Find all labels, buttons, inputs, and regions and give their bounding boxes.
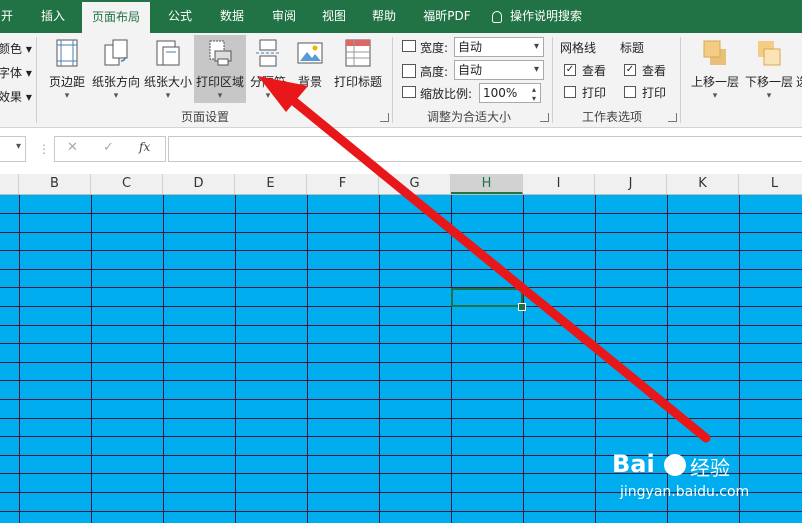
watermark-url: jingyan.baidu.com (620, 484, 750, 500)
baidu-jingyan-text: 经验 (690, 456, 730, 480)
baidu-paw-icon (664, 454, 686, 476)
annotation-arrow (258, 76, 711, 443)
baidu-brand-text: Bai (612, 450, 655, 478)
